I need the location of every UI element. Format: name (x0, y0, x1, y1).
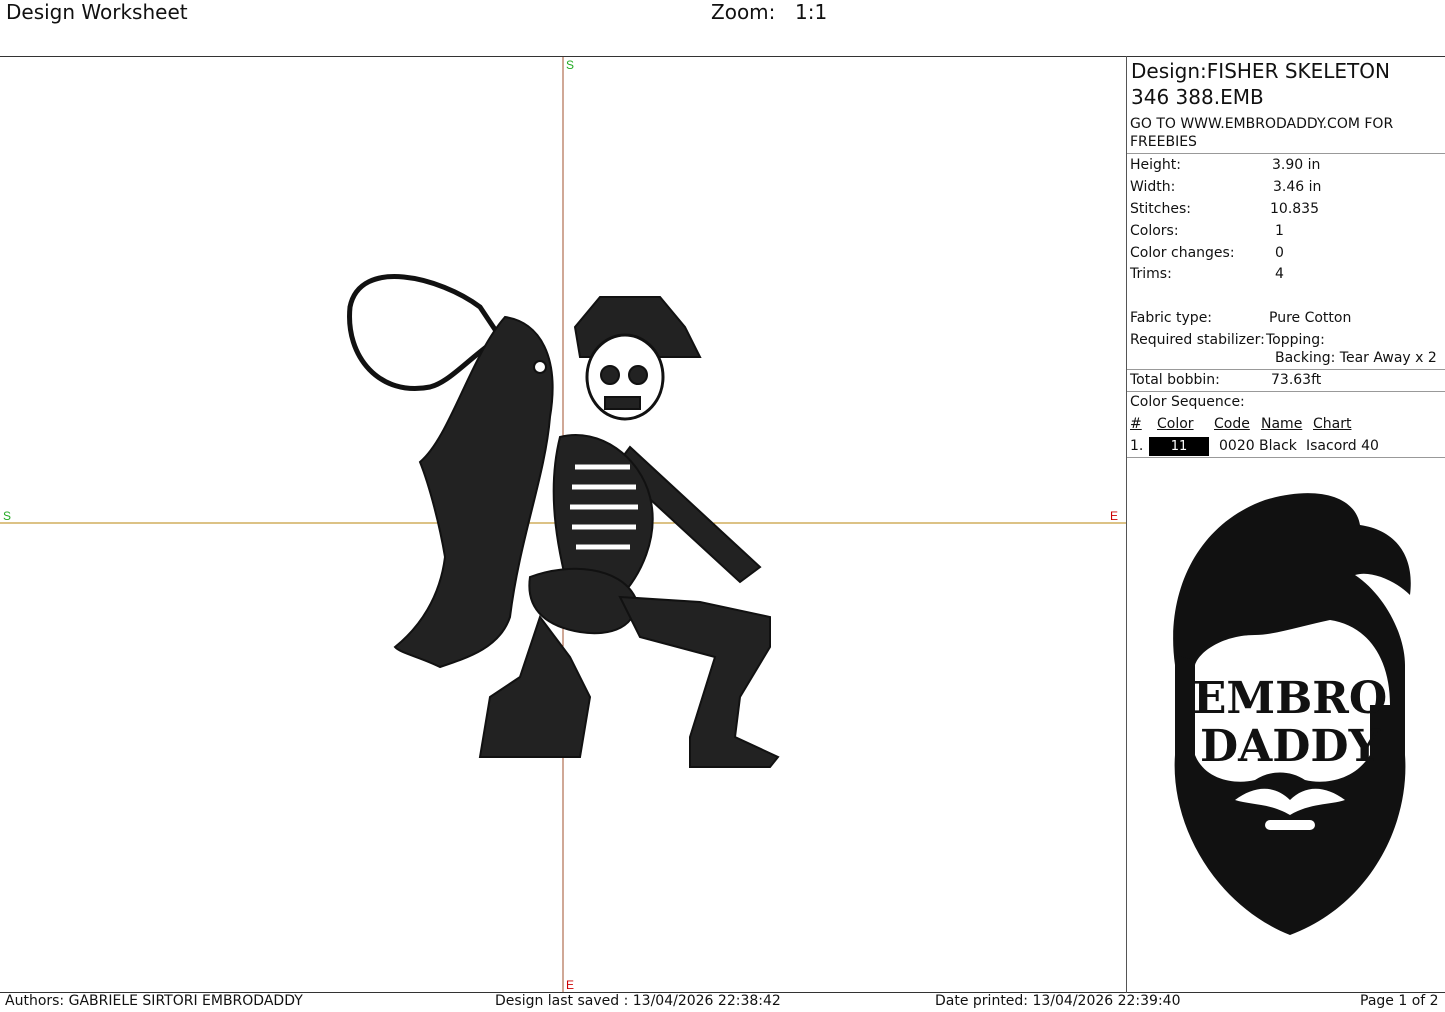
seq-header-code: Code (1214, 416, 1250, 432)
colors-value: 1 (1275, 223, 1284, 239)
bobbin-value: 73.63ft (1271, 372, 1322, 388)
zoom-label: Zoom: (711, 0, 776, 24)
seq-header-num: # (1130, 416, 1142, 432)
footer-printed: Date printed: 13/04/2026 22:39:40 (935, 993, 1181, 1009)
fisher-skeleton-embroidery-icon (347, 274, 780, 768)
divider (1127, 457, 1445, 458)
height-label: Height: (1130, 157, 1181, 173)
seq-row-chart: Isacord 40 (1306, 438, 1379, 454)
bearded-man-logo-icon: EMBRO DADDY (1173, 493, 1411, 935)
color-changes-label: Color changes: (1130, 245, 1235, 261)
stabilizer-label: Required stabilizer: (1130, 332, 1265, 348)
logo-text-line2: DADDY (1200, 721, 1381, 772)
design-note: GO TO WWW.EMBRODADDY.COM FOR FREEBIES (1130, 116, 1394, 150)
worksheet-title: Design Worksheet (6, 0, 188, 24)
seq-row-code: 0020 (1219, 438, 1255, 454)
logo-text-line1: EMBRO (1193, 673, 1387, 724)
divider (1127, 391, 1445, 392)
seq-row-color: 11 (1170, 439, 1188, 454)
seq-header-color: Color (1157, 416, 1194, 432)
stabilizer-topping: Topping: (1266, 332, 1325, 348)
design-name: Design:FISHER SKELETON (1131, 59, 1390, 83)
embrodaddy-logo: EMBRO DADDY (1155, 485, 1425, 940)
axis-end-bottom: E (566, 978, 574, 992)
trims-label: Trims: (1130, 266, 1172, 282)
fabric-value: Pure Cotton (1269, 310, 1352, 326)
footer-page: Page 1 of 2 (1360, 993, 1439, 1009)
zoom-value: 1:1 (795, 0, 828, 24)
seq-row-name: Black (1259, 438, 1297, 454)
height-value: 3.90 in (1272, 157, 1321, 173)
divider (1127, 369, 1445, 370)
width-label: Width: (1130, 179, 1176, 195)
footer-authors: Authors: GABRIELE SIRTORI EMBRODADDY (5, 993, 303, 1009)
stitches-value: 10.835 (1270, 201, 1319, 217)
stabilizer-backing: Backing: Tear Away x 2 (1275, 350, 1437, 366)
axis-end-right: E (1110, 509, 1118, 523)
design-canvas: S S E E (0, 57, 1126, 992)
seq-header-chart: Chart (1313, 416, 1352, 432)
color-changes-value: 0 (1275, 245, 1284, 261)
canvas-svg: S S E E (0, 57, 1126, 992)
color-sequence-label: Color Sequence: (1130, 394, 1245, 410)
panel-divider (1126, 56, 1127, 993)
design-file: 346 388.EMB (1131, 85, 1264, 109)
stitches-label: Stitches: (1130, 201, 1191, 217)
fabric-label: Fabric type: (1130, 310, 1213, 326)
axis-start-left: S (3, 509, 11, 523)
axis-start-top: S (566, 58, 574, 72)
footer-saved: Design last saved : 13/04/2026 22:38:42 (495, 993, 781, 1009)
divider (1127, 153, 1445, 154)
bobbin-label: Total bobbin: (1130, 372, 1220, 388)
width-value: 3.46 in (1273, 179, 1322, 195)
worksheet-footer: Authors: GABRIELE SIRTORI EMBRODADDY Des… (0, 993, 1445, 1012)
colors-label: Colors: (1130, 223, 1179, 239)
color-swatch: 11 (1149, 437, 1209, 456)
trims-value: 4 (1275, 266, 1284, 282)
seq-header-name: Name (1261, 416, 1303, 432)
seq-row-num: 1. (1130, 438, 1144, 454)
